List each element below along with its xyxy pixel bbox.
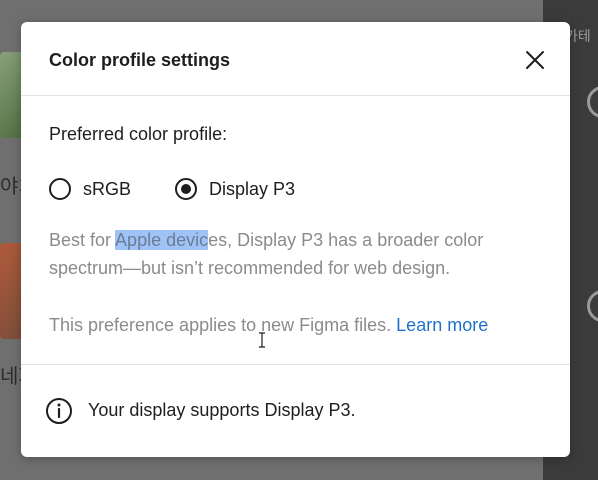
selected-text: Apple devic <box>115 230 209 250</box>
text-cursor-icon <box>259 332 265 348</box>
note-text: This preference applies to new Figma fil… <box>49 315 397 335</box>
learn-more-link[interactable]: Learn more <box>396 315 488 335</box>
color-profile-dialog: Color profile settings Preferred color p… <box>21 22 570 457</box>
description-text: Best for <box>49 230 116 250</box>
srgb-radio[interactable]: sRGB <box>49 174 131 204</box>
display-p3-label: Display P3 <box>209 178 296 199</box>
close-icon <box>526 51 544 69</box>
dialog-title: Color profile settings <box>49 50 231 70</box>
display-support-text: Your display supports Display P3. <box>88 400 356 420</box>
info-icon <box>45 397 73 425</box>
dialog-header: Color profile settings <box>21 22 570 96</box>
preference-note: This preference applies to new Figma fil… <box>49 311 549 339</box>
dialog-footer: Your display supports Display P3. <box>21 365 570 457</box>
radio-selected-icon <box>175 178 197 200</box>
background-circle-icon <box>587 86 598 118</box>
srgb-label: sRGB <box>83 178 132 199</box>
preferred-profile-label: Preferred color profile: <box>49 124 228 144</box>
dialog-body: Preferred color profile: sRGB Display P3… <box>21 96 570 365</box>
display-p3-radio[interactable]: Display P3 <box>175 174 295 204</box>
radio-circle-icon <box>49 178 71 200</box>
background-circle-icon <box>587 290 598 322</box>
profile-description: Best for Apple devices, Display P3 has a… <box>49 226 544 282</box>
close-button[interactable] <box>521 46 549 74</box>
